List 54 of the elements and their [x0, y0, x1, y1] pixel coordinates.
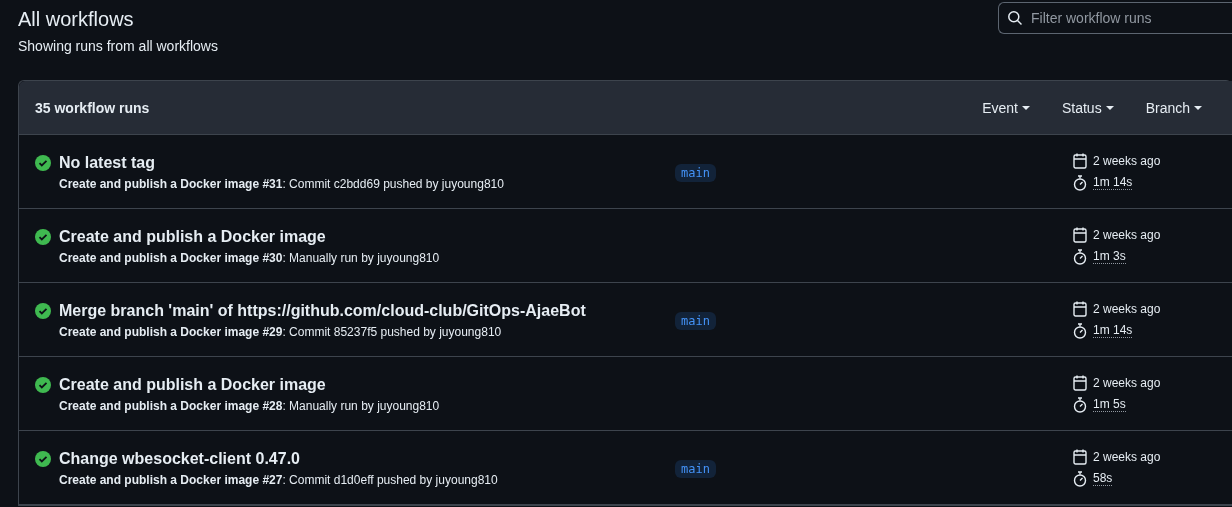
run-title[interactable]: Change wbesocket-client 0.47.0: [59, 448, 498, 469]
branch-tag[interactable]: main: [675, 459, 716, 478]
branch-tag[interactable]: main: [675, 311, 716, 330]
run-count: 35 workflow runs: [35, 99, 150, 116]
page-title: All workflows: [18, 8, 135, 30]
caret-icon: [1194, 105, 1202, 110]
run-detail: Create and publish a Docker image #29: Commit 85237f5 pushed by juyoung810: [59, 324, 503, 339]
filter-dropdown[interactable]: Event: [982, 99, 1030, 116]
run-date: 2 weeks ago: [1093, 153, 1161, 168]
filter-dropdown[interactable]: Status: [1061, 99, 1114, 116]
page-subtitle: Showing runs from all workflows: [18, 38, 218, 54]
stopwatch-icon: [1073, 396, 1087, 413]
search-field[interactable]: Filter workflow runs: [998, 2, 1232, 34]
run-title[interactable]: Merge branch 'main' of https://github.com/cloud-club/GitOps-AjaeBot: [59, 300, 586, 321]
calendar-icon: [1073, 300, 1087, 317]
run-title[interactable]: Create and publish a Docker image: [59, 226, 440, 247]
run-duration: 1m 14s: [1093, 323, 1133, 338]
run-detail: Create and publish a Docker image #30: Manually run by juyoung810: [59, 250, 440, 265]
calendar-icon: [1073, 226, 1087, 243]
run-duration: 1m 5s: [1093, 397, 1126, 412]
run-row[interactable]: No latest tag Create and publish a Docker image #31: Commit c2bdd69 pushed by juyoung810 main 2 weeks ago 1m 14s: [19, 135, 1232, 209]
stopwatch-icon: [1073, 174, 1087, 191]
filter-dropdown[interactable]: Branch: [1145, 99, 1202, 116]
run-row[interactable]: Create and publish a Docker image Create and publish a Docker image #30: Manually run by juyoung810 2 weeks ago 1m 3s: [19, 209, 1232, 283]
run-duration: 1m 3s: [1093, 249, 1126, 264]
run-title[interactable]: Create and publish a Docker image: [59, 374, 440, 395]
run-title[interactable]: No latest tag: [59, 152, 504, 173]
run-date: 2 weeks ago: [1093, 375, 1161, 390]
run-detail: Create and publish a Docker image #27: Commit d1d0eff pushed by juyoung810: [59, 472, 498, 487]
run-row[interactable]: Create and publish a Docker image Create and publish a Docker image #28: Manually run by juyoung810 2 weeks ago 1m 5s: [19, 357, 1232, 431]
search-icon: [1007, 10, 1023, 26]
success-check-icon: [35, 376, 51, 393]
run-detail: Create and publish a Docker image #28: Manually run by juyoung810: [59, 398, 440, 413]
run-date: 2 weeks ago: [1093, 301, 1161, 316]
run-date: 2 weeks ago: [1093, 227, 1161, 242]
caret-icon: [1021, 105, 1030, 110]
caret-icon: [1105, 105, 1114, 110]
success-check-icon: [35, 450, 51, 467]
success-check-icon: [35, 302, 51, 319]
calendar-icon: [1073, 448, 1087, 465]
run-date: 2 weeks ago: [1093, 449, 1161, 464]
run-row[interactable]: Merge branch 'main' of https://github.com/cloud-club/GitOps-AjaeBot Create and publish a Docker image #29: Commit 85237f5 pushed by juyoung810 main 2 weeks ago 1m 14s: [19, 283, 1232, 357]
calendar-icon: [1073, 152, 1087, 169]
success-check-icon: [35, 228, 51, 245]
branch-tag[interactable]: main: [675, 163, 716, 182]
stopwatch-icon: [1073, 248, 1087, 265]
success-check-icon: [35, 154, 51, 171]
stopwatch-icon: [1073, 470, 1087, 487]
run-duration: 1m 14s: [1093, 175, 1133, 190]
run-detail: Create and publish a Docker image #31: Commit c2bdd69 pushed by juyoung810: [59, 176, 504, 191]
stopwatch-icon: [1073, 322, 1087, 339]
run-duration: 58s: [1093, 471, 1113, 486]
calendar-icon: [1073, 374, 1087, 391]
run-row[interactable]: Change wbesocket-client 0.47.0 Create and publish a Docker image #27: Commit d1d0eff pushed by juyoung810 main 2 weeks ago 58s: [19, 431, 1232, 505]
